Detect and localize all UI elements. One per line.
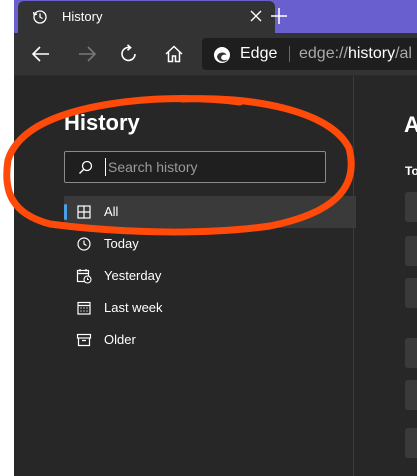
url-highlight: history	[347, 45, 396, 62]
url-suffix: /al	[395, 45, 412, 62]
search-input[interactable]	[105, 158, 318, 176]
url-prefix: edge://	[299, 45, 348, 62]
nav-label-all: All	[104, 204, 119, 219]
calendar-clock-icon	[76, 269, 92, 284]
tab-title: History	[62, 9, 103, 24]
forward-button[interactable]	[76, 43, 98, 65]
history-entry[interactable]	[405, 192, 417, 222]
history-icon	[32, 10, 47, 24]
nav-item-last-week[interactable]: Last week	[64, 292, 356, 324]
calendar-icon	[77, 301, 91, 315]
address-url[interactable]: edge://history/al	[299, 45, 412, 63]
new-tab-button[interactable]	[269, 6, 289, 26]
pane-divider	[353, 76, 354, 476]
nav-label-last-week: Last week	[104, 300, 163, 315]
history-entry[interactable]	[405, 236, 417, 266]
nav-item-today[interactable]: Today	[64, 228, 356, 260]
browser-window: History Edge edge://history/al History S…	[14, 0, 417, 476]
nav-item-yesterday[interactable]: Yesterday	[64, 260, 356, 292]
selection-indicator	[64, 204, 67, 220]
toolbar: Edge edge://history/al	[14, 33, 417, 76]
history-results-pane: A To	[355, 76, 417, 476]
results-subtitle: To	[405, 164, 417, 178]
clock-icon	[77, 237, 91, 251]
history-entry[interactable]	[405, 380, 417, 410]
address-separator	[289, 46, 290, 62]
tab-strip: History	[14, 0, 417, 33]
nav-label-yesterday: Yesterday	[104, 268, 162, 283]
edge-logo-icon	[214, 47, 230, 63]
edge-label: Edge	[240, 45, 278, 62]
history-nav: All Today Yesterday Last week Older	[64, 196, 356, 356]
close-icon[interactable]	[248, 8, 264, 24]
search-icon	[79, 160, 93, 174]
page-title: History	[64, 110, 140, 135]
tab-history[interactable]: History	[18, 1, 275, 33]
history-entry[interactable]	[405, 338, 417, 368]
grid-icon	[77, 205, 91, 219]
history-entry[interactable]	[405, 278, 417, 308]
refresh-button[interactable]	[118, 43, 140, 65]
history-entry[interactable]	[405, 428, 417, 458]
nav-item-all[interactable]: All	[64, 196, 356, 228]
back-button[interactable]	[30, 43, 52, 65]
nav-label-today: Today	[104, 236, 139, 251]
results-title: A	[404, 112, 417, 137]
address-bar[interactable]: Edge edge://history/al	[202, 38, 417, 70]
home-button[interactable]	[163, 43, 185, 65]
history-sidebar: History All	[14, 76, 356, 476]
archive-icon	[76, 333, 92, 347]
page-content: History All	[14, 76, 417, 476]
nav-label-older: Older	[104, 332, 136, 347]
nav-item-older[interactable]: Older	[64, 324, 356, 356]
search-box[interactable]	[64, 151, 326, 183]
